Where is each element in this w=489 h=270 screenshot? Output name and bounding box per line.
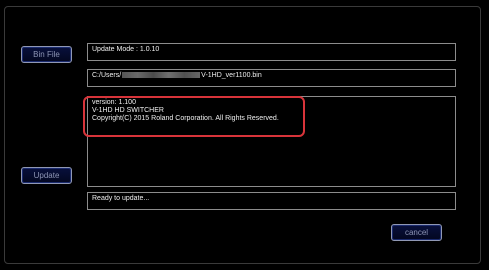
status-field: Ready to update... bbox=[87, 192, 456, 210]
file-path-field: C:/Users/V-1HD_ver1100.bin bbox=[87, 69, 456, 87]
update-mode-field: Update Mode : 1.0.10 bbox=[87, 43, 456, 61]
update-mode-label: Update Mode : 1.0.10 bbox=[92, 46, 160, 53]
file-path-filename: V-1HD_ver1100.bin bbox=[201, 72, 262, 79]
cancel-button[interactable]: cancel bbox=[391, 224, 442, 241]
bin-file-button[interactable]: Bin File bbox=[21, 46, 72, 63]
status-text: Ready to update... bbox=[92, 195, 150, 202]
file-path-prefix: C:/Users/ bbox=[92, 72, 122, 79]
redacted-path-segment bbox=[122, 72, 201, 79]
update-button[interactable]: Update bbox=[21, 167, 72, 184]
version-info-highlight bbox=[83, 96, 305, 137]
